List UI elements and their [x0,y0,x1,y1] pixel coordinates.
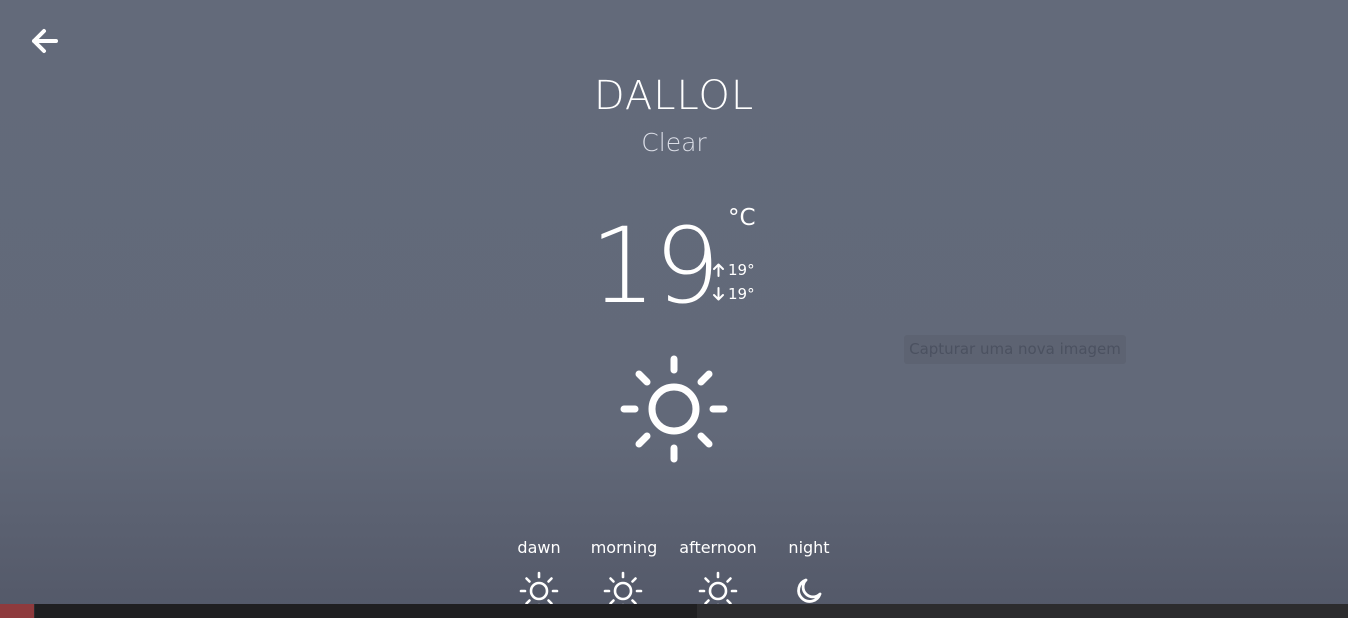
taskbar-start-button[interactable] [0,604,34,618]
high-temperature: 19° [712,260,755,280]
period-dawn-label: dawn [517,538,561,557]
arrow-up-icon [713,263,724,277]
weather-condition: Clear [641,128,707,157]
period-morning-label: morning [590,538,658,557]
taskbar [0,604,1348,618]
low-temperature: 19° [712,284,755,304]
period-afternoon-label: afternoon [679,538,757,557]
temperature-unit[interactable]: °C [728,203,756,233]
current-temperature: 19 [590,205,720,327]
city-name: DALLOL [593,73,755,119]
taskbar-app-segment[interactable] [35,604,697,618]
arrow-left-icon [32,29,58,53]
low-temperature-value: 19° [728,285,755,303]
back-button[interactable] [28,26,60,56]
period-night-label: night [788,538,830,557]
high-temperature-value: 19° [728,261,755,279]
sun-icon [620,355,728,463]
capture-image-tooltip: Capturar uma nova imagem [904,335,1126,364]
arrow-down-icon [713,287,724,301]
